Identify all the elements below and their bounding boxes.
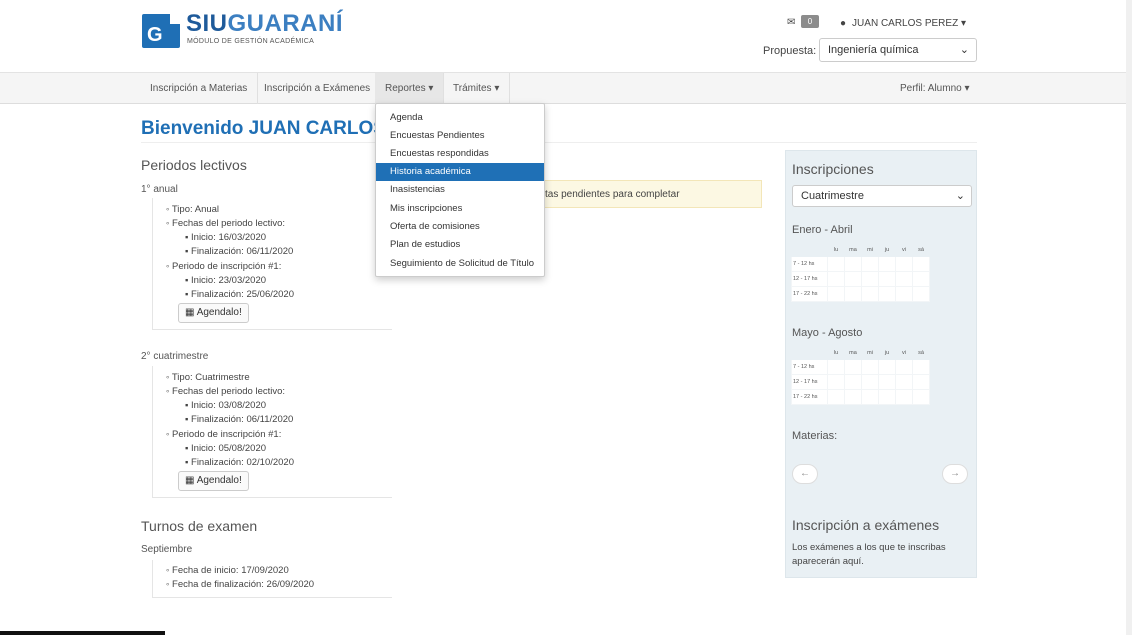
encuestas-alert: tas pendientes para completar <box>520 180 762 208</box>
perfil-menu[interactable]: Perfil: Alumno ▾ <box>900 73 970 104</box>
prev-arrow-icon[interactable]: ← <box>792 464 818 484</box>
list-item: ▪ Inicio: 05/08/2020 <box>185 443 267 454</box>
list-item: ◦ Periodo de inscripción #1: <box>166 429 282 440</box>
menu-item-inasistencias[interactable]: Inasistencias <box>376 181 544 199</box>
nav-inscripcion-examenes[interactable]: Inscripción a Exámenes <box>254 73 382 104</box>
nav-label: Inscripción a Materias <box>150 83 248 94</box>
next-arrow-icon[interactable]: → <box>942 464 968 484</box>
nav-label: Trámites <box>453 83 492 94</box>
schedule-grid: lu ma mi ju vi sá 7 - 12 hs 12 - 17 hs 17 - 2… <box>791 346 931 405</box>
list-item: ◦ Fecha de finalización: 26/09/2020 <box>166 579 315 590</box>
block-title: Mayo - Agosto <box>792 327 863 339</box>
list-item: ◦ Fechas del periodo lectivo: <box>166 386 286 397</box>
turnos-title: Turnos de examen <box>141 518 258 534</box>
propuesta-label: Propuesta: <box>763 45 817 57</box>
periodo-select[interactable]: Cuatrimestre ⌄ <box>792 185 972 207</box>
menu-item-encuestas-respondidas[interactable]: Encuestas respondidas <box>376 145 544 163</box>
chevron-down-icon: ▾ <box>960 18 966 29</box>
examenes-text: Los exámenes a los que te inscribas apar… <box>792 542 946 567</box>
list-item: ◦ Tipo: Cuatrimestre <box>166 372 250 383</box>
calendar-icon: ▦ <box>185 307 195 318</box>
perfil-label: Perfil: Alumno <box>900 83 962 94</box>
examenes-title: Inscripción a exámenes <box>792 517 940 533</box>
menu-item-plan-estudios[interactable]: Plan de estudios <box>376 236 544 254</box>
list-item: ▪ Finalización: 06/11/2020 <box>185 414 294 425</box>
materias-label: Materias: <box>792 430 838 442</box>
divider <box>141 142 977 143</box>
nav-label: Inscripción a Exámenes <box>264 83 371 94</box>
mail-count-badge[interactable]: 0 <box>801 15 819 28</box>
list-item: ◦ Periodo de inscripción #1: <box>166 261 282 272</box>
turno-name: Septiembre <box>141 544 193 555</box>
menu-item-encuestas-pendientes[interactable]: Encuestas Pendientes <box>376 127 544 145</box>
chevron-down-icon: ▾ <box>964 83 970 94</box>
block-title: Enero - Abril <box>792 224 853 236</box>
chevron-down-icon: ▾ <box>494 83 500 94</box>
chevron-down-icon: ⌄ <box>959 44 969 56</box>
logo-title[interactable]: SIUGUARANÍ <box>186 10 343 38</box>
nav-inscripcion-materias[interactable]: Inscripción a Materias <box>140 73 259 104</box>
list-item: ▪ Finalización: 02/10/2020 <box>185 457 295 468</box>
propuesta-value: Ingeniería química <box>828 44 919 56</box>
chevron-down-icon: ⌄ <box>955 190 965 202</box>
logo-icon[interactable]: G <box>142 14 180 48</box>
button-label: Agendalo! <box>196 475 242 486</box>
list-item: ◦ Fechas del periodo lectivo: <box>166 218 286 229</box>
nav-reportes[interactable]: Reportes ▾ <box>375 73 445 104</box>
logo-title-guarani: GUARANÍ <box>227 10 344 37</box>
nav-tramites[interactable]: Trámites ▾ <box>443 73 511 104</box>
periodo-name: 2° cuatrimestre <box>141 351 209 362</box>
list-item: ▪ Finalización: 06/11/2020 <box>185 246 294 257</box>
user-icon: ● <box>840 18 847 29</box>
menu-item-mis-inscripciones[interactable]: Mis inscripciones <box>376 200 544 218</box>
alert-text: tas pendientes para completar <box>545 189 680 200</box>
list-item: ▪ Inicio: 03/08/2020 <box>185 400 267 411</box>
menu-item-seguimiento-titulo[interactable]: Seguimiento de Solicitud de Título <box>376 255 544 273</box>
header: G SIUGUARANÍ MÓDULO DE GESTIÓN ACADÉMICA… <box>0 0 1126 72</box>
reportes-dropdown: Agenda Encuestas Pendientes Encuestas re… <box>375 103 545 277</box>
user-menu[interactable]: ● JUAN CARLOS PEREZ ▾ <box>840 18 966 29</box>
main-navbar: Inscripción a Materias Inscripción a Exá… <box>0 72 1126 104</box>
logo-letter: G <box>147 24 163 46</box>
page-title: Bienvenido JUAN CARLOŚ <box>141 118 386 139</box>
calendar-icon: ▦ <box>185 475 195 486</box>
propuesta-select[interactable]: Ingeniería química ⌄ <box>819 38 977 62</box>
logo-subtitle: MÓDULO DE GESTIÓN ACADÉMICA <box>187 38 315 45</box>
chevron-down-icon: ▾ <box>428 83 434 94</box>
user-name: JUAN CARLOS PEREZ <box>852 18 959 29</box>
list-item: ▪ Finalización: 25/06/2020 <box>185 289 295 300</box>
schedule-grid: lu ma mi ju vi sá 7 - 12 hs 12 - 17 hs 17 - 2… <box>791 243 931 302</box>
list-item: ◦ Tipo: Anual <box>166 204 220 215</box>
inscripciones-title: Inscripciones <box>792 161 874 177</box>
menu-item-historia-academica[interactable]: Historia académica <box>376 163 544 181</box>
menu-item-oferta-comisiones[interactable]: Oferta de comisiones <box>376 218 544 236</box>
agendalo-button[interactable]: ▦ Agendalo! <box>178 303 249 323</box>
mail-icon[interactable]: ✉ <box>787 17 795 28</box>
list-item: ▪ Inicio: 16/03/2020 <box>185 232 267 243</box>
agendalo-button[interactable]: ▦ Agendalo! <box>178 471 249 491</box>
button-label: Agendalo! <box>196 307 242 318</box>
page-scrollbar[interactable] <box>1126 0 1132 635</box>
menu-item-agenda[interactable]: Agenda <box>376 109 544 127</box>
periodos-title: Periodos lectivos <box>141 157 247 173</box>
list-item: ◦ Fecha de inicio: 17/09/2020 <box>166 565 289 576</box>
taskbar-fragment <box>0 631 165 635</box>
nav-label: Reportes <box>385 83 426 94</box>
select-value: Cuatrimestre <box>801 190 864 202</box>
inscripciones-panel: Inscripciones Cuatrimestre ⌄ Enero - Abri… <box>785 150 977 578</box>
periodo-name: 1° anual <box>141 184 178 195</box>
list-item: ▪ Inicio: 23/03/2020 <box>185 275 267 286</box>
logo-title-siu: SIU <box>186 10 228 37</box>
